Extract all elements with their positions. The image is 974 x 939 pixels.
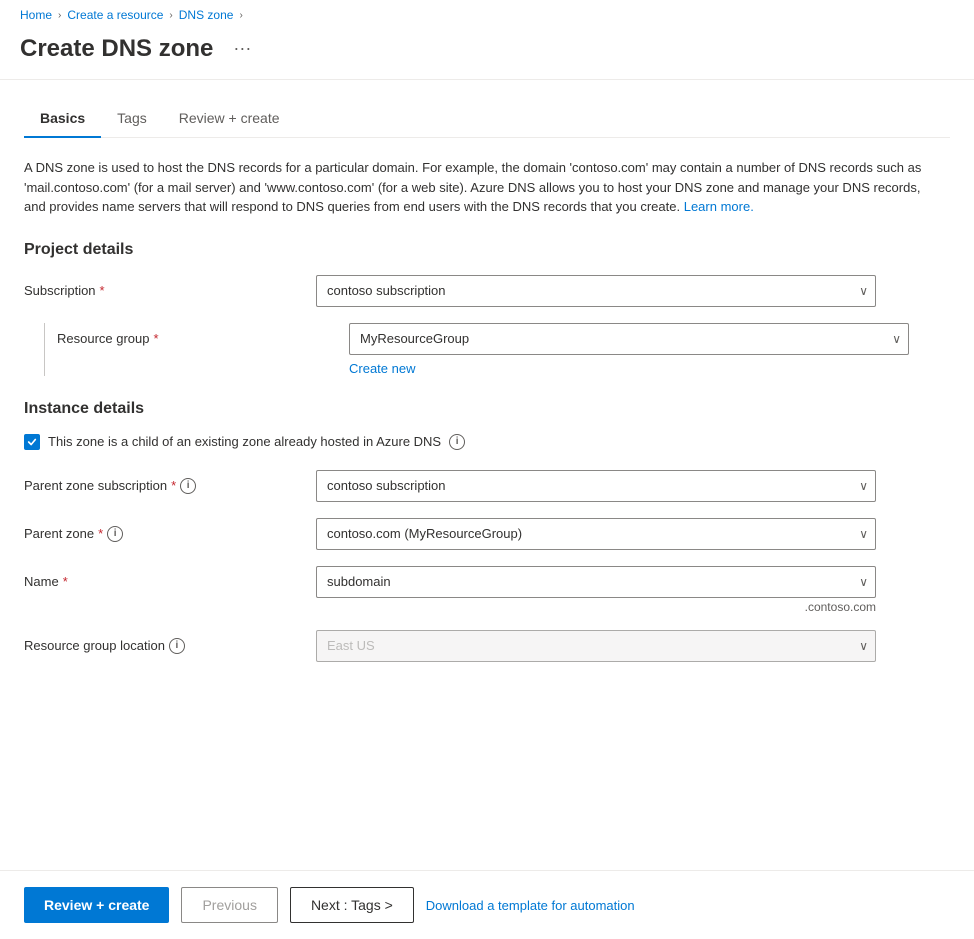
review-create-button[interactable]: Review + create xyxy=(24,887,169,923)
parent-zone-subscription-select[interactable]: contoso subscription xyxy=(316,470,876,502)
instance-details-section: Instance details This zone is a child of… xyxy=(24,400,950,662)
breadcrumb-dns-zone[interactable]: DNS zone xyxy=(179,8,234,22)
child-zone-checkbox-row: This zone is a child of an existing zone… xyxy=(24,434,950,450)
tab-basics[interactable]: Basics xyxy=(24,100,101,138)
breadcrumb-sep-1: › xyxy=(58,10,61,21)
parent-zone-subscription-row: Parent zone subscription * i contoso sub… xyxy=(24,470,950,502)
name-required: * xyxy=(63,574,68,589)
child-zone-label: This zone is a child of an existing zone… xyxy=(48,434,441,449)
child-zone-checkbox[interactable] xyxy=(24,434,40,450)
instance-details-header: Instance details xyxy=(24,400,950,418)
resource-group-location-control: East US ∨ xyxy=(316,630,876,662)
next-button[interactable]: Next : Tags > xyxy=(290,887,414,923)
name-suffix: .contoso.com xyxy=(316,600,876,614)
learn-more-link[interactable]: Learn more. xyxy=(684,199,754,214)
resource-group-location-select[interactable]: East US xyxy=(316,630,876,662)
resource-group-label: Resource group * xyxy=(57,323,337,346)
subscription-select[interactable]: contoso subscription xyxy=(316,275,876,307)
subscription-control: contoso subscription ∨ xyxy=(316,275,876,307)
name-control: subdomain ∨ .contoso.com xyxy=(316,566,876,614)
child-zone-info-icon[interactable]: i xyxy=(449,434,465,450)
breadcrumb-home[interactable]: Home xyxy=(20,8,52,22)
project-details-section: Project details Subscription * contoso s… xyxy=(24,241,950,376)
parent-zone-subscription-label: Parent zone subscription * i xyxy=(24,470,304,494)
name-select[interactable]: subdomain xyxy=(316,566,876,598)
ellipsis-menu-button[interactable]: ··· xyxy=(225,34,259,63)
parent-zone-sub-required: * xyxy=(171,478,176,493)
footer: Review + create Previous Next : Tags > D… xyxy=(0,870,974,939)
parent-zone-select[interactable]: contoso.com (MyResourceGroup) xyxy=(316,518,876,550)
description-text: A DNS zone is used to host the DNS recor… xyxy=(24,158,924,217)
tab-bar: Basics Tags Review + create xyxy=(24,100,950,138)
subscription-label: Subscription * xyxy=(24,275,304,298)
subscription-required: * xyxy=(100,283,105,298)
parent-zone-label: Parent zone * i xyxy=(24,518,304,542)
name-row: Name * subdomain ∨ .contoso.com xyxy=(24,566,950,614)
automation-template-link[interactable]: Download a template for automation xyxy=(426,898,635,913)
rg-location-info-icon[interactable]: i xyxy=(169,638,185,654)
tab-review-create[interactable]: Review + create xyxy=(163,100,296,138)
resource-group-row: Resource group * MyResourceGroup ∨ Creat… xyxy=(44,323,950,376)
resource-group-control: MyResourceGroup ∨ Create new xyxy=(349,323,909,376)
parent-zone-subscription-control: contoso subscription ∨ xyxy=(316,470,876,502)
create-new-link[interactable]: Create new xyxy=(349,361,415,376)
breadcrumb: Home › Create a resource › DNS zone › xyxy=(20,8,954,22)
breadcrumb-sep-2: › xyxy=(169,10,172,21)
breadcrumb-sep-3: › xyxy=(239,10,242,21)
parent-zone-required: * xyxy=(98,526,103,541)
page-title: Create DNS zone xyxy=(20,35,213,63)
tab-tags[interactable]: Tags xyxy=(101,100,163,138)
project-details-header: Project details xyxy=(24,241,950,259)
parent-zone-sub-info-icon[interactable]: i xyxy=(180,478,196,494)
parent-zone-row: Parent zone * i contoso.com (MyResourceG… xyxy=(24,518,950,550)
breadcrumb-create-resource[interactable]: Create a resource xyxy=(67,8,163,22)
resource-group-location-label: Resource group location i xyxy=(24,630,304,654)
name-label: Name * xyxy=(24,566,304,589)
resource-group-select[interactable]: MyResourceGroup xyxy=(349,323,909,355)
subscription-row: Subscription * contoso subscription ∨ xyxy=(24,275,950,307)
parent-zone-control: contoso.com (MyResourceGroup) ∨ xyxy=(316,518,876,550)
previous-button[interactable]: Previous xyxy=(181,887,277,923)
parent-zone-info-icon[interactable]: i xyxy=(107,526,123,542)
resource-group-location-row: Resource group location i East US ∨ xyxy=(24,630,950,662)
resource-group-required: * xyxy=(154,331,159,346)
